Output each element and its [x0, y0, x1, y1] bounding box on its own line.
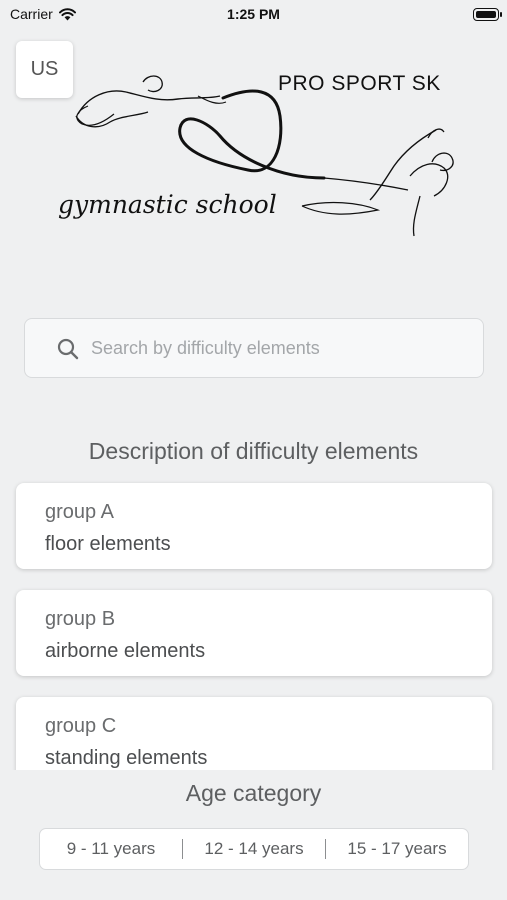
- age-option-12-14[interactable]: 12 - 14 years: [183, 829, 325, 869]
- status-bar: Carrier 1:25 PM: [0, 0, 507, 28]
- age-option-15-17[interactable]: 15 - 17 years: [326, 829, 468, 869]
- search-input[interactable]: [91, 319, 471, 377]
- group-label: group B: [45, 608, 116, 630]
- difficulty-groups-list[interactable]: group A floor elements group B airborne …: [0, 476, 507, 770]
- battery-icon: [473, 8, 502, 21]
- logo-script-text: gymnastic school: [58, 190, 277, 219]
- group-name: floor elements: [45, 533, 171, 555]
- group-label: group C: [45, 715, 117, 737]
- age-category-title: Age category: [185, 780, 322, 806]
- logo-brand-text: PRO SPORT SK: [278, 72, 441, 95]
- search-bar[interactable]: [24, 318, 484, 378]
- age-category-selector[interactable]: 9 - 11 years 12 - 14 years 15 - 17 years: [39, 828, 469, 870]
- group-card-a[interactable]: group A floor elements: [16, 483, 492, 569]
- group-card-b[interactable]: group B airborne elements: [16, 590, 492, 676]
- group-label: group A: [45, 501, 114, 523]
- group-name: airborne elements: [45, 640, 206, 662]
- search-icon: [57, 338, 79, 360]
- group-card-c[interactable]: group C standing elements: [16, 697, 492, 770]
- difficulty-elements-title: Description of difficulty elements: [88, 438, 419, 464]
- status-time: 1:25 PM: [227, 6, 280, 22]
- group-name: standing elements: [45, 747, 208, 769]
- age-option-9-11[interactable]: 9 - 11 years: [40, 829, 182, 869]
